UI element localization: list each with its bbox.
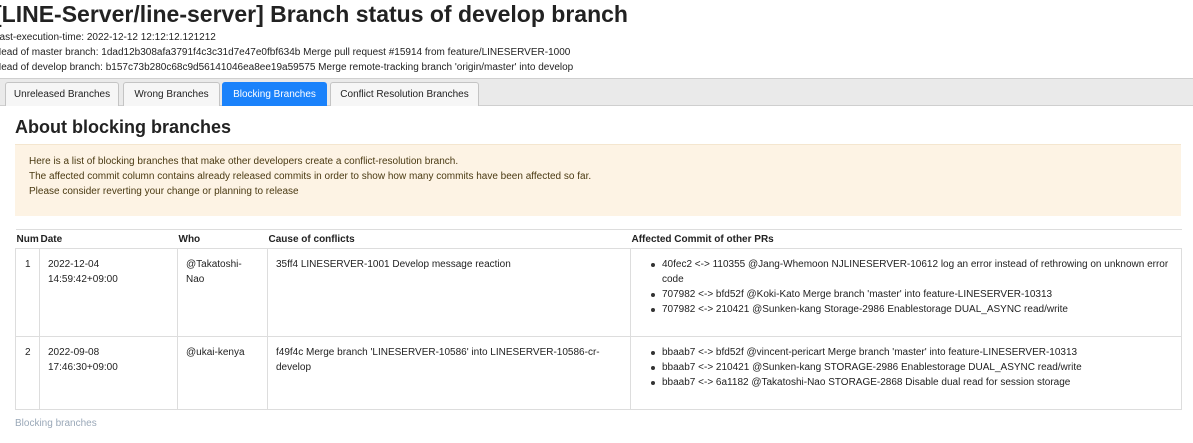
row-num: 1 [15, 248, 40, 337]
row-date-time: 14:59:42+09:00 [48, 274, 118, 285]
row-affected-commits: 40fec2 <-> 110355 @Jang-Whemoon NJLINESE… [630, 248, 1182, 337]
affected-commit-list: 40fec2 <-> 110355 @Jang-Whemoon NJLINESE… [631, 257, 1173, 317]
page-title: [LINE-Server/line-server] Branch status … [0, 1, 628, 27]
bullet-icon [651, 308, 655, 312]
row-who: @Takatoshi-Nao [177, 248, 268, 337]
column-header-cause: Cause of conflicts [267, 229, 631, 249]
notice-line: Please consider reverting your change or… [29, 186, 299, 197]
affected-commit-list: bbaab7 <-> bfd52f @vincent-pericart Merg… [631, 345, 1173, 390]
affected-commit-text: 707982 <-> bfd52f @Koki-Kato Merge branc… [662, 289, 1053, 300]
info-notice: Here is a list of blocking branches that… [15, 144, 1181, 216]
row-date: 2022-12-04 14:59:42+09:00 [39, 248, 178, 337]
row-date-day: 2022-12-04 [48, 259, 100, 270]
affected-commit-item: bbaab7 <-> 6a1182 @Takatoshi-Nao STORAGE… [651, 375, 1173, 390]
head-of-master: Head of master branch: 1dad12b308afa3791… [0, 47, 571, 58]
row-date-time: 17:46:30+09:00 [48, 362, 118, 373]
bullet-icon [651, 263, 655, 267]
row-who: @ukai-kenya [177, 336, 268, 410]
page-header: [LINE-Server/line-server] Branch status … [0, 0, 1193, 75]
author-name: @Takatoshi-Nao [186, 259, 242, 285]
footer-label: Blocking branches [15, 418, 97, 429]
table-row: 1 2022-12-04 14:59:42+09:00 @Takatoshi-N… [15, 248, 1182, 337]
affected-commit-text: 707982 <-> 210421 @Sunken-kang Storage-2… [662, 304, 1068, 315]
table-row: 2 2022-09-08 17:46:30+09:00 @ukai-kenya … [15, 336, 1182, 410]
affected-commit-text: 40fec2 <-> 110355 @Jang-Whemoon NJLINESE… [662, 259, 1169, 285]
bullet-icon [651, 381, 655, 385]
affected-commit-item: bbaab7 <-> bfd52f @vincent-pericart Merg… [651, 345, 1173, 360]
affected-commit-text: bbaab7 <-> bfd52f @vincent-pericart Merg… [662, 347, 1078, 358]
column-header-date: Date [39, 229, 178, 249]
tab-wrong-branches[interactable]: Wrong Branches [123, 82, 220, 106]
tab-conflict-resolution-branches[interactable]: Conflict Resolution Branches [330, 82, 479, 106]
blocking-branches-table: Num Date Who Cause of conflicts Affected… [15, 229, 1182, 410]
row-cause: 35ff4 LINESERVER-1001 Develop message re… [267, 248, 631, 337]
tab-blocking-branches[interactable]: Blocking Branches [222, 82, 327, 106]
column-header-who: Who [177, 229, 268, 249]
notice-line: Here is a list of blocking branches that… [29, 156, 459, 167]
notice-line: The affected commit column contains alre… [29, 171, 592, 182]
row-affected-commits: bbaab7 <-> bfd52f @vincent-pericart Merg… [630, 336, 1182, 410]
affected-commit-text: bbaab7 <-> 6a1182 @Takatoshi-Nao STORAGE… [662, 377, 1071, 388]
affected-commit-item: 40fec2 <-> 110355 @Jang-Whemoon NJLINESE… [651, 257, 1173, 287]
column-header-num: Num [15, 229, 40, 249]
bullet-icon [651, 366, 655, 370]
row-date-day: 2022-09-08 [48, 347, 100, 358]
author-name: @ukai-kenya [186, 347, 245, 358]
table-header-row: Num Date Who Cause of conflicts Affected… [15, 229, 1182, 249]
tab-unreleased-branches[interactable]: Unreleased Branches [5, 82, 119, 106]
last-execution-time: Last-execution-time: 2022-12-12 12:12:12… [0, 32, 216, 43]
affected-commit-item: 707982 <-> 210421 @Sunken-kang Storage-2… [651, 302, 1173, 317]
row-date: 2022-09-08 17:46:30+09:00 [39, 336, 178, 410]
column-header-affected-commit: Affected Commit of other PRs [630, 229, 1182, 249]
tab-bar: Unreleased Branches Wrong Branches Block… [0, 78, 1193, 106]
head-of-develop: Head of develop branch: b157c73b280c68c9… [0, 62, 574, 73]
row-cause: f49f4c Merge branch 'LINESERVER-10586' i… [267, 336, 631, 410]
bullet-icon [651, 351, 655, 355]
affected-commit-item: bbaab7 <-> 210421 @Sunken-kang STORAGE-2… [651, 360, 1173, 375]
section-title: About blocking branches [15, 117, 232, 137]
row-num: 2 [15, 336, 40, 410]
bullet-icon [651, 293, 655, 297]
affected-commit-text: bbaab7 <-> 210421 @Sunken-kang STORAGE-2… [662, 362, 1082, 373]
affected-commit-item: 707982 <-> bfd52f @Koki-Kato Merge branc… [651, 287, 1173, 302]
